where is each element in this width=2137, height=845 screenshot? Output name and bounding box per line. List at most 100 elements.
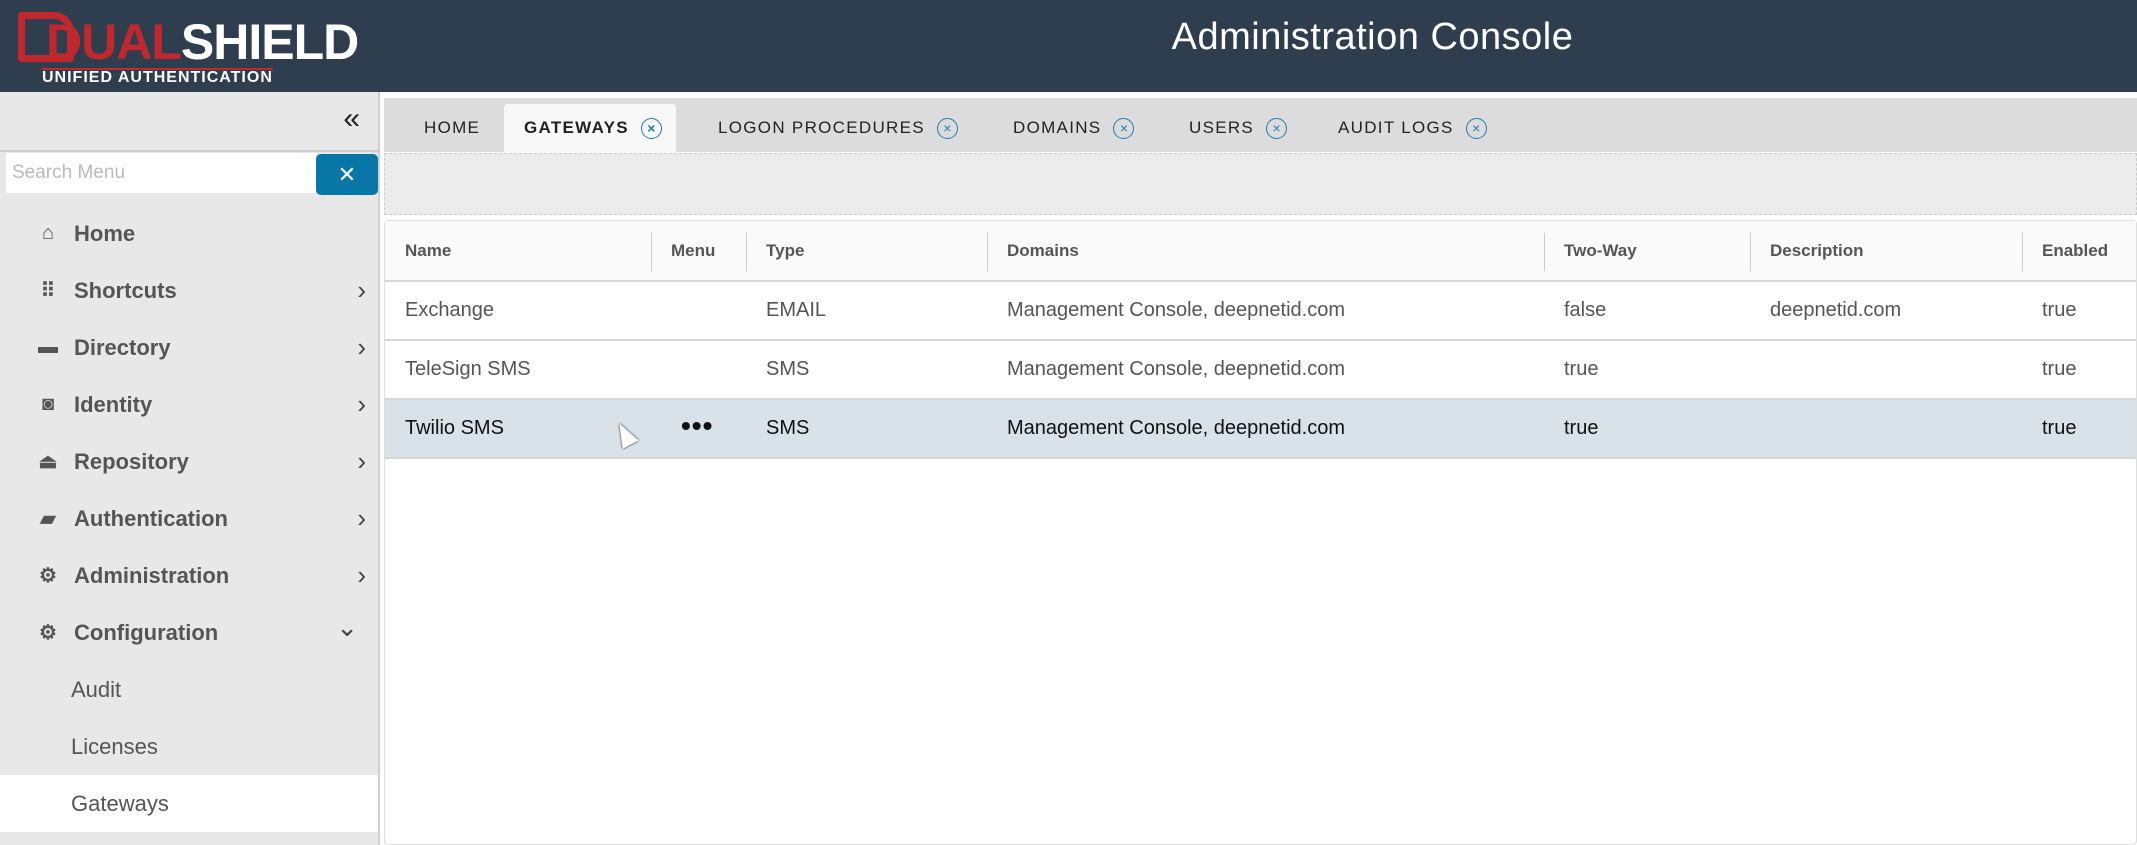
- cell-enabled: true: [2042, 358, 2077, 380]
- cell-enabled: true: [2042, 299, 2077, 321]
- sidebar-item-directory[interactable]: ▬ Directory ›: [0, 319, 378, 376]
- sidebar-item-shortcuts[interactable]: ⠿ Shortcuts ›: [0, 262, 378, 319]
- column-header-menu[interactable]: Menu: [671, 221, 715, 280]
- column-header-description[interactable]: Description: [1770, 221, 1864, 280]
- table-row[interactable]: Exchange EMAIL Management Console, deepn…: [385, 282, 2136, 341]
- tab-logon-procedures[interactable]: LOGON PROCEDURES ×: [718, 104, 958, 152]
- grid-icon: ⠿: [40, 280, 56, 302]
- search-menu-input[interactable]: Search Menu: [6, 153, 316, 193]
- search-clear-button[interactable]: ✕: [316, 154, 378, 195]
- id-badge-icon: ◙: [41, 393, 55, 415]
- sidebar: « Search Menu ✕ ⌂ Home ⠿ Shortcuts › ▬ Direc…: [0, 92, 380, 845]
- tab-label: AUDIT LOGS: [1338, 118, 1454, 137]
- column-divider[interactable]: [1544, 233, 1545, 271]
- table-row[interactable]: TeleSign SMS SMS Management Console, dee…: [385, 341, 2136, 400]
- tab-label: DOMAINS: [1013, 118, 1102, 137]
- page-title: Administration Console: [1171, 16, 1574, 58]
- chevron-right-icon: ›: [357, 446, 366, 476]
- tab-label: USERS: [1189, 118, 1255, 137]
- cell-domains: Management Console, deepnetid.com: [1007, 299, 1345, 321]
- row-menu-button[interactable]: •••: [681, 400, 713, 457]
- folder-icon: ▬: [38, 336, 58, 358]
- column-header-name[interactable]: Name: [405, 221, 451, 280]
- chevron-right-icon: ›: [357, 560, 366, 590]
- cell-name: TeleSign SMS: [405, 358, 531, 380]
- sidebar-item-label: Authentication: [74, 505, 228, 531]
- app-header: DUALSHIELD UNIFIED AUTHENTICATION Admini…: [0, 0, 2137, 92]
- close-tab-icon[interactable]: ×: [1266, 118, 1288, 140]
- column-divider[interactable]: [1750, 233, 1751, 271]
- cell-two-way: true: [1564, 417, 1599, 439]
- column-divider[interactable]: [987, 233, 988, 271]
- tab-home[interactable]: HOME: [424, 104, 480, 152]
- cell-type: SMS: [766, 358, 810, 380]
- sidebar-item-label: Directory: [74, 334, 171, 360]
- sidebar-subitem-gateways[interactable]: Gateways: [0, 775, 378, 832]
- sidebar-item-configuration[interactable]: ⚙ Configuration ⌄: [0, 604, 378, 661]
- sidebar-item-label: Configuration: [74, 619, 219, 645]
- tab-label: HOME: [424, 118, 481, 137]
- cell-name: Exchange: [405, 299, 494, 321]
- tab-audit-logs[interactable]: AUDIT LOGS ×: [1338, 104, 1487, 152]
- chevron-right-icon: ›: [357, 332, 366, 362]
- cell-name: Twilio SMS: [405, 417, 504, 439]
- divider: [0, 150, 380, 152]
- sidebar-item-administration[interactable]: ⚙ Administration ›: [0, 547, 378, 604]
- column-header-enabled[interactable]: Enabled: [2042, 221, 2108, 280]
- sidebar-item-label: Identity: [74, 391, 153, 417]
- user-gear-icon: ⚙: [39, 565, 57, 587]
- tab-domains[interactable]: DOMAINS ×: [1013, 104, 1135, 152]
- collapse-sidebar-icon[interactable]: «: [343, 102, 360, 136]
- sidebar-item-home[interactable]: ⌂ Home: [0, 205, 378, 262]
- sidebar-item-label: Shortcuts: [74, 277, 177, 303]
- tab-bar: HOME GATEWAYS × LOGON PROCEDURES × DOMAINS…: [384, 98, 2137, 152]
- file-gear-icon: ⚙: [39, 622, 57, 644]
- sidebar-nav: ⌂ Home ⠿ Shortcuts › ▬ Directory › ◙ Identity ›…: [0, 205, 378, 832]
- close-tab-icon[interactable]: ×: [640, 118, 662, 140]
- cell-domains: Management Console, deepnetid.com: [1007, 358, 1345, 380]
- cell-enabled: true: [2042, 417, 2077, 439]
- sidebar-item-authentication[interactable]: ▰ Authentication ›: [0, 490, 378, 547]
- chevron-down-icon: ⌄: [336, 612, 358, 642]
- close-tab-icon[interactable]: ×: [1465, 118, 1487, 140]
- sidebar-item-label: Home: [74, 220, 136, 246]
- tab-label: LOGON PROCEDURES: [718, 118, 925, 137]
- table-header: Name Menu Type Domains Two-Way Descripti…: [385, 221, 2136, 282]
- chevron-right-icon: ›: [357, 503, 366, 533]
- column-divider[interactable]: [651, 233, 652, 271]
- column-header-two-way[interactable]: Two-Way: [1564, 221, 1637, 280]
- gateways-table: Name Menu Type Domains Two-Way Descripti…: [384, 220, 2137, 845]
- sidebar-item-repository[interactable]: ⏏ Repository ›: [0, 433, 378, 490]
- dualshield-logo: DUALSHIELD UNIFIED AUTHENTICATION: [16, 10, 359, 86]
- cell-two-way: true: [1564, 358, 1599, 380]
- sidebar-item-identity[interactable]: ◙ Identity ›: [0, 376, 378, 433]
- tab-users[interactable]: USERS ×: [1189, 104, 1288, 152]
- column-header-domains[interactable]: Domains: [1007, 221, 1079, 280]
- logo-text-white: SHIELD: [180, 14, 359, 70]
- cell-type: EMAIL: [766, 299, 827, 321]
- logo-text-red: DUAL: [46, 14, 182, 70]
- tab-gateways[interactable]: GATEWAYS ×: [504, 104, 676, 152]
- sidebar-item-label: Administration: [74, 562, 230, 588]
- chevron-right-icon: ›: [357, 389, 366, 419]
- tab-label: GATEWAYS: [524, 118, 629, 137]
- bank-icon: ⏏: [38, 451, 58, 473]
- close-tab-icon[interactable]: ×: [936, 118, 958, 140]
- cell-domains: Management Console, deepnetid.com: [1007, 417, 1345, 439]
- sidebar-subitem-audit[interactable]: Audit: [0, 661, 378, 718]
- column-header-type[interactable]: Type: [766, 221, 804, 280]
- logo-subtitle: UNIFIED AUTHENTICATION: [42, 68, 273, 86]
- close-tab-icon[interactable]: ×: [1113, 118, 1135, 140]
- column-divider[interactable]: [2022, 233, 2023, 271]
- column-divider[interactable]: [746, 233, 747, 271]
- table-row-selected[interactable]: Twilio SMS ••• SMS Management Console, d…: [385, 400, 2136, 459]
- sidebar-item-label: Repository: [74, 448, 189, 474]
- cell-two-way: false: [1564, 299, 1607, 321]
- chevron-right-icon: ›: [357, 275, 366, 305]
- wallet-icon: ▰: [40, 508, 56, 530]
- cell-type: SMS: [766, 417, 810, 439]
- cell-description: deepnetid.com: [1770, 299, 1902, 321]
- sidebar-subitem-licenses[interactable]: Licenses: [0, 718, 378, 775]
- toolbar: [384, 153, 2137, 215]
- home-icon: ⌂: [41, 222, 55, 244]
